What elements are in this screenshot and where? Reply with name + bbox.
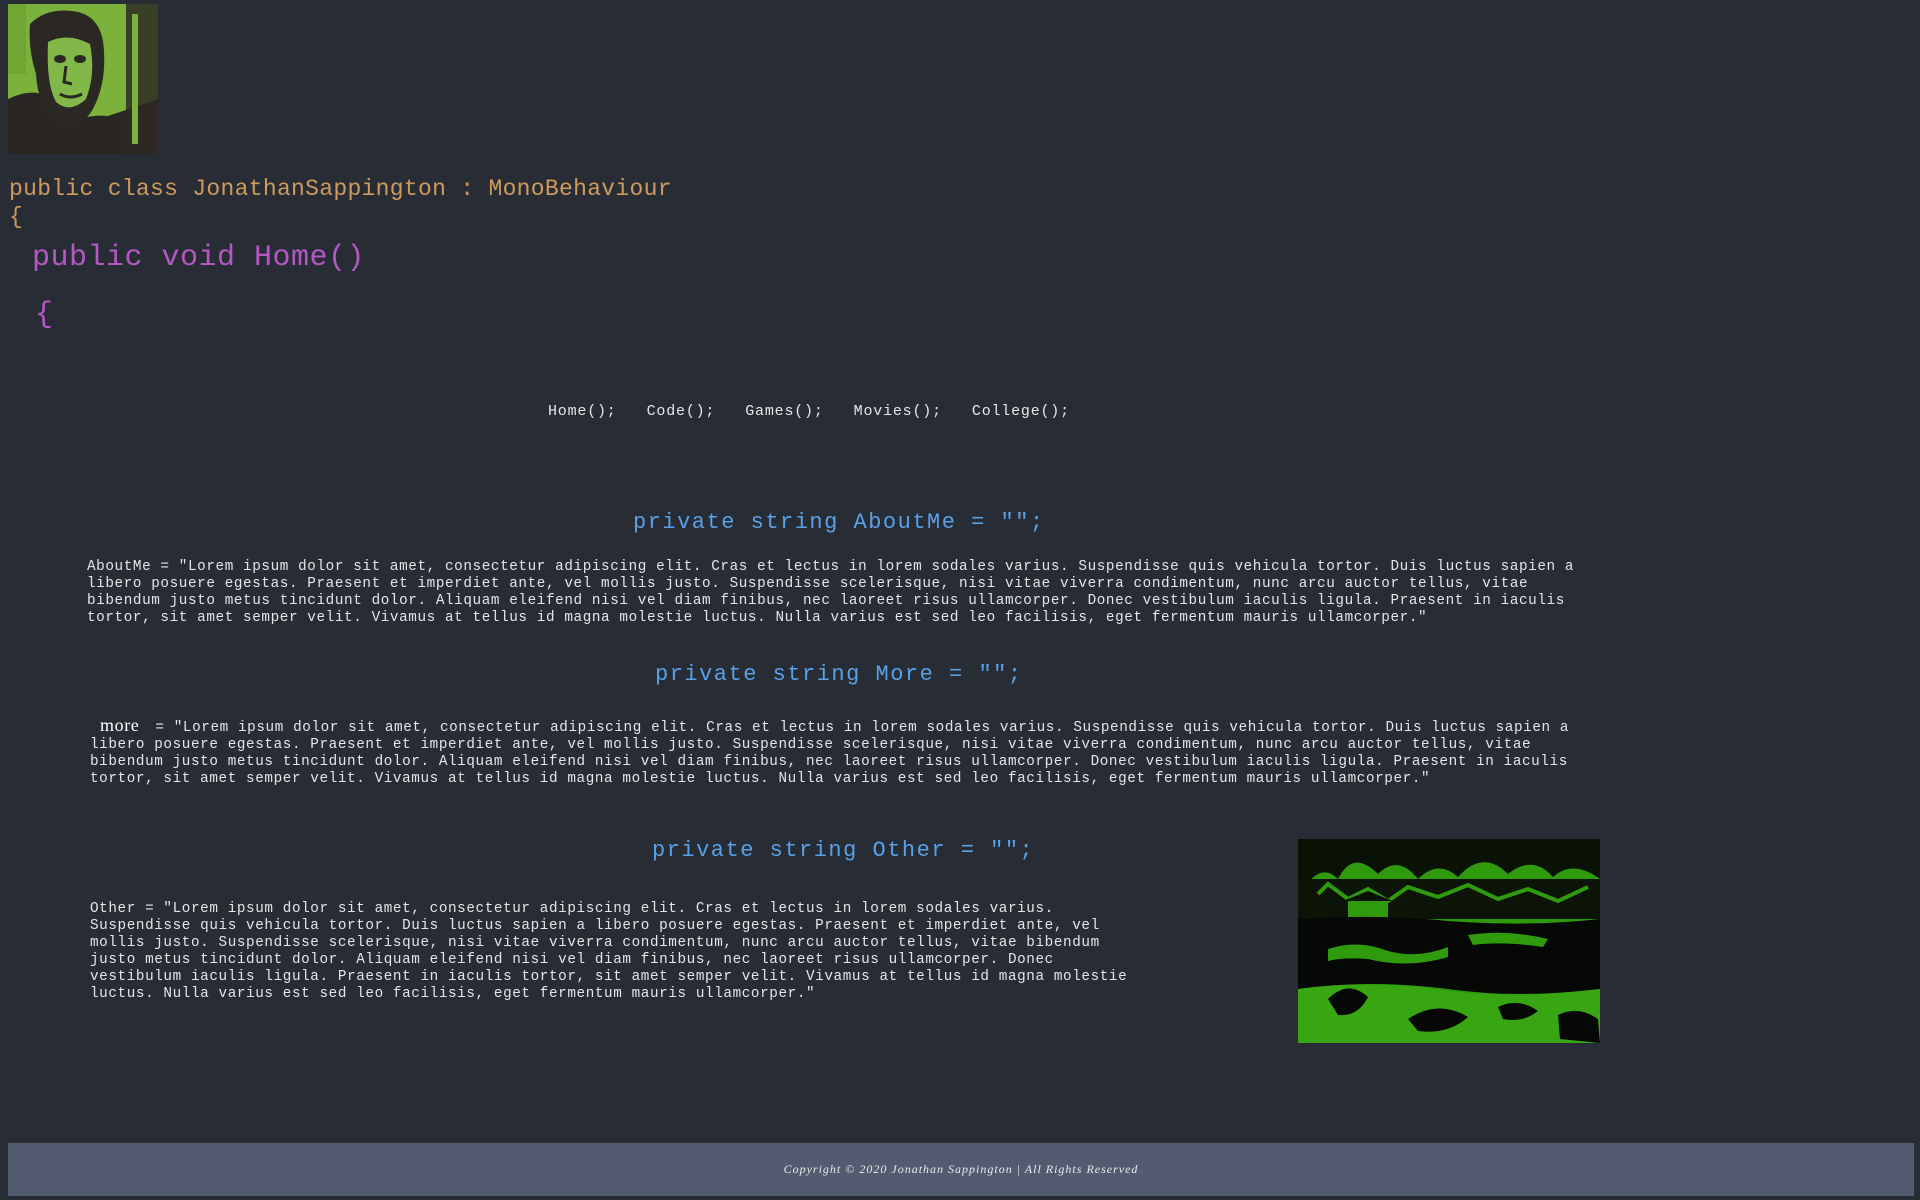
park-pond-photo-icon: [1298, 839, 1600, 1043]
about-heading: private string AboutMe = "";: [633, 510, 1045, 535]
portrait-photo-icon: [8, 4, 158, 154]
more-heading: private string More = "";: [655, 662, 1023, 687]
class-open-brace: {: [9, 204, 23, 230]
class-declaration: public class JonathanSappington : MonoBe…: [9, 176, 672, 202]
copyright-text: Copyright © 2020 Jonathan Sappington | A…: [783, 1162, 1139, 1176]
other-heading: private string Other = "";: [652, 838, 1035, 863]
more-text-block: more = "Lorem ipsum dolor sit amet, conse…: [90, 715, 1600, 788]
other-text: Other = "Lorem ipsum dolor sit amet, con…: [90, 901, 1128, 1002]
nav-games[interactable]: Games();: [745, 403, 823, 420]
more-text: = "Lorem ipsum dolor sit amet, consectet…: [90, 720, 1570, 787]
more-label: more: [100, 715, 140, 735]
nav-code[interactable]: Code();: [647, 403, 716, 420]
about-text: AboutMe = "Lorem ipsum dolor sit amet, c…: [87, 559, 1575, 626]
park-image: [1298, 839, 1600, 1043]
avatar: [8, 4, 158, 154]
nav-home[interactable]: Home();: [548, 403, 617, 420]
footer: Copyright © 2020 Jonathan Sappington | A…: [8, 1143, 1914, 1196]
method-open-brace: {: [35, 298, 54, 332]
nav-movies[interactable]: Movies();: [854, 403, 942, 420]
nav-college[interactable]: College();: [972, 403, 1070, 420]
method-declaration: public void Home(): [32, 241, 366, 275]
main-nav: Home(); Code(); Games(); Movies(); Colle…: [548, 403, 1070, 420]
